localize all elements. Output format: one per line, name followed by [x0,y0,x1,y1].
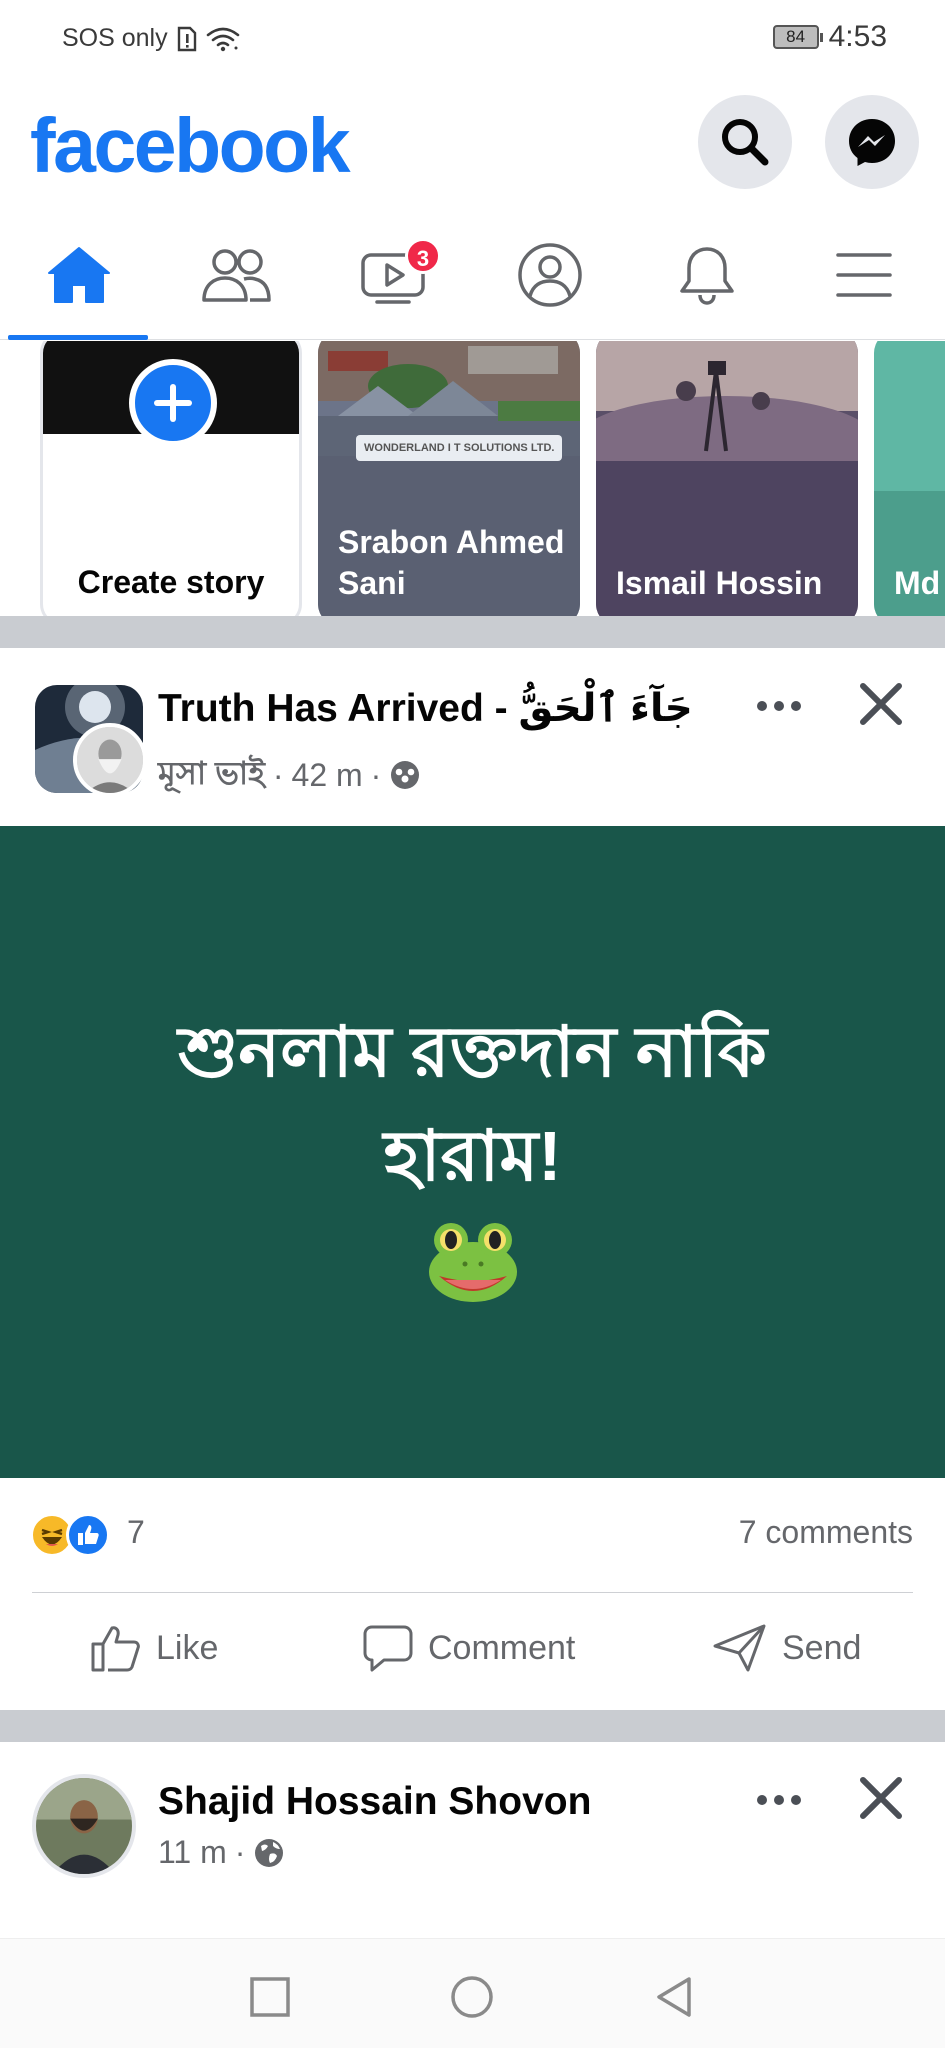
stories-tray: Create story WONDERLAND I T SOLUTIONS LT… [0,341,945,616]
meta-separator: · [370,756,382,793]
system-nav-bar [0,1938,945,2048]
story-name: Srabon Ahmed Sani [338,524,565,601]
active-tab-indicator [8,335,148,340]
status-right: 84 4:53 [772,20,887,54]
profile-icon [517,243,582,307]
story-card[interactable]: Md Has [874,341,945,616]
comment-icon [363,1625,413,1672]
post-time[interactable]: 42 m [292,757,363,794]
globe-icon [255,1838,284,1867]
meta-separator: · [234,1834,246,1870]
battery-level: 84 [786,27,806,46]
post-time[interactable]: 11 m [158,1834,227,1871]
tab-profile[interactable] [471,210,628,340]
square-icon[interactable] [248,1975,292,2019]
post-actions: Like Comment Send [0,1593,945,1710]
post-author[interactable]: মূসা ভাই [158,748,265,802]
home-icon [47,247,110,303]
app-header: facebook [0,80,945,210]
wifi-icon [206,27,239,51]
triangle-back-icon[interactable] [652,1975,696,2019]
feed-divider [0,616,945,648]
post-author-name[interactable]: Shajid Hossain Shovon [158,1780,591,1824]
battery-icon: 84 [772,25,823,49]
poster-avatar[interactable] [32,1774,136,1878]
story-location-chip: WONDERLAND I T SOLUTIONS LTD. [356,435,563,461]
post-meta: মূসা ভাই · 42 m · [158,748,421,802]
like-reaction-icon [66,1513,110,1557]
menu-icon [835,253,892,297]
clock: 4:53 [828,20,887,53]
facebook-logo[interactable]: facebook [30,102,351,191]
watch-badge: 3 [405,238,441,274]
reactions-bar: 7 7 comments [0,1478,945,1593]
sim-alert-icon [177,26,196,51]
post-page-name[interactable]: Truth Has Arrived - جَآءَ ٱلْحَقُّ [158,686,693,731]
like-label: Like [156,1628,219,1667]
close-icon[interactable] [853,676,909,732]
tab-watch[interactable]: 3 [314,210,471,340]
like-icon [91,1626,140,1672]
comment-count[interactable]: 7 comments [739,1514,913,1551]
reaction-count[interactable]: 7 [127,1514,145,1551]
post-header: Truth Has Arrived - جَآءَ ٱلْحَقُّ মূসা … [0,648,945,808]
comment-label: Comment [428,1628,576,1667]
messenger-icon [849,119,895,166]
status-left: SOS only [62,24,240,53]
post-text-background[interactable]: শুনলাম রক্তদান নাকি হারাম! [0,826,945,1478]
network-status: SOS only [62,24,168,52]
send-button[interactable]: Send [712,1623,861,1673]
story-name: Ismail Hossin [616,565,823,601]
meta-separator: · [272,756,284,793]
send-label: Send [782,1628,862,1667]
close-icon[interactable] [853,1770,909,1826]
circle-icon[interactable] [450,1975,494,2019]
tab-bar: 3 [0,210,945,340]
friends-icon [201,249,271,302]
more-options-icon[interactable] [751,694,807,718]
send-icon [713,1624,766,1672]
story-name: Md Has [894,565,945,601]
post-avatar-group[interactable] [35,685,147,797]
plus-icon [154,384,192,422]
tab-notifications[interactable] [628,210,785,340]
more-options-icon[interactable] [751,1788,807,1812]
like-button[interactable]: Like [90,1623,218,1673]
frog-emoji [428,1223,517,1302]
story-card[interactable]: WONDERLAND I T SOLUTIONS LTD. Srabon Ahm… [318,341,580,616]
search-button[interactable] [698,95,792,189]
tab-menu[interactable] [785,210,942,340]
author-avatar [73,723,147,797]
create-story-card[interactable]: Create story [40,341,302,616]
create-story-label: Create story [77,564,265,600]
add-story-button[interactable] [129,359,217,447]
feed-divider [0,1710,945,1742]
group-icon [391,761,420,789]
bell-icon [679,247,734,305]
post-meta: 11 m · [158,1834,285,1871]
story-card[interactable]: Ismail Hossin [596,341,858,616]
search-icon [722,119,769,166]
tab-friends[interactable] [157,210,314,340]
post-header: Shajid Hossain Shovon 11 m · [0,1742,945,1902]
post-body-text: শুনলাম রক্তদান নাকি হারাম! [178,1013,767,1195]
messenger-button[interactable] [825,95,919,189]
reaction-icons[interactable] [30,1513,110,1557]
status-bar: SOS only 84 4:53 [0,0,945,80]
comment-button[interactable]: Comment [362,1623,575,1673]
tab-home[interactable] [0,210,157,340]
